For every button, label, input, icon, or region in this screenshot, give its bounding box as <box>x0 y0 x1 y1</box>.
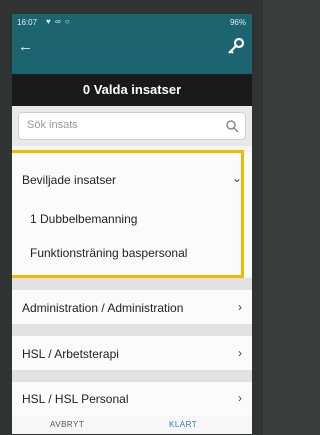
search-input[interactable]: Sök insats <box>18 112 246 140</box>
category-label: HSL / HSL Personal <box>22 392 129 406</box>
cancel-button[interactable]: AVBRYT <box>50 420 84 429</box>
phone-screen: 16:07 ♥ ∞ ○ 96% ← 0 Valda insatser Sök i… <box>12 14 252 434</box>
divider <box>12 370 252 382</box>
category-row-arbetsterapi[interactable]: HSL / Arbetsterapi › <box>12 336 252 370</box>
category-label: HSL / Arbetsterapi <box>22 347 119 361</box>
search-area: Sök insats <box>12 106 252 146</box>
battery-level: 96% <box>229 18 246 27</box>
chevron-right-icon: › <box>238 346 242 360</box>
category-label: Administration / Administration <box>22 301 184 315</box>
app-bar: ← <box>12 32 252 74</box>
highlight-box <box>12 150 244 278</box>
search-icon[interactable] <box>225 119 239 133</box>
done-button[interactable]: KLART <box>169 420 197 429</box>
status-bar: 16:07 ♥ ∞ ○ 96% <box>12 14 252 32</box>
status-icons: ♥ ∞ ○ <box>46 17 71 26</box>
category-row-hsl-personal[interactable]: HSL / HSL Personal › <box>12 382 252 416</box>
phone-frame: 16:07 ♥ ∞ ○ 96% ← 0 Valda insatser Sök i… <box>0 0 263 435</box>
search-placeholder: Sök insats <box>27 119 78 131</box>
divider <box>12 278 252 290</box>
bottom-action-bar: AVBRYT KLART <box>12 416 252 434</box>
divider <box>12 324 252 336</box>
page-title: 0 Valda insatser <box>12 74 252 106</box>
chevron-right-icon: › <box>238 391 242 405</box>
chevron-right-icon: › <box>238 300 242 314</box>
status-time: 16:07 <box>17 18 38 27</box>
back-arrow-icon[interactable]: ← <box>18 38 33 55</box>
key-icon[interactable] <box>224 36 246 58</box>
category-row-administration[interactable]: Administration / Administration › <box>12 290 252 324</box>
